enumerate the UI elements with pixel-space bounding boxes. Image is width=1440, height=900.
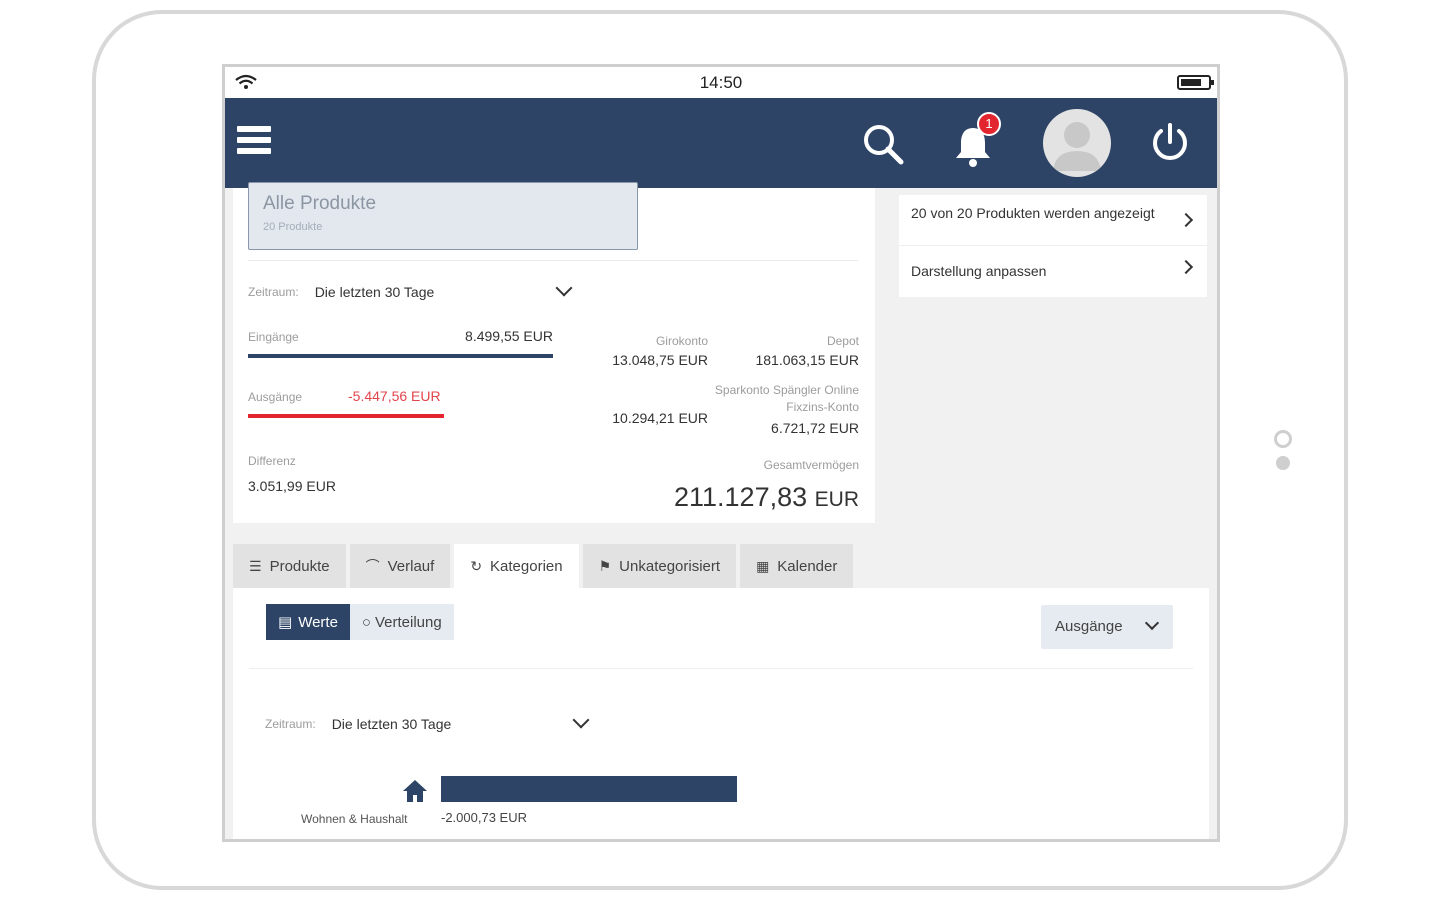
expense-bar	[248, 414, 444, 418]
expense-label: Ausgänge	[248, 390, 303, 404]
bar-list-icon: ▤	[278, 614, 293, 631]
power-icon[interactable]	[1149, 122, 1191, 164]
expense-value: -5.447,56 EUR	[348, 388, 441, 404]
tab-kategorien[interactable]: ↻ Kategorien	[454, 544, 579, 588]
view-tabs: ☰ Produkte ⌒ Verlauf ↻ Kategorien ⚑ Unkatego…	[233, 544, 857, 588]
products-shown-link[interactable]: 20 von 20 Produkten werden angezeigt	[899, 195, 1207, 246]
account-girokonto[interactable]: Girokonto 13.048,75 EUR	[603, 334, 708, 368]
category-bar[interactable]	[441, 776, 737, 802]
user-silhouette-icon	[1053, 122, 1101, 171]
product-filter[interactable]: Alle Produkte 20 Produkte	[248, 182, 638, 250]
category-name: Wohnen & Haushalt	[301, 812, 408, 826]
total-label: Gesamtvermögen	[763, 458, 859, 472]
categories-panel: ▤ Werte ○ Verteilung Ausgänge Zeitraum: Di…	[233, 588, 1209, 839]
distribution-button[interactable]: ○ Verteilung	[349, 604, 454, 640]
difference-value: 3.051,99 EUR	[248, 478, 336, 494]
chevron-right-icon	[1178, 212, 1194, 228]
product-filter-title: Alle Produkte	[263, 193, 377, 214]
income-bar	[248, 354, 553, 358]
tab-verlauf[interactable]: ⌒ Verlauf	[349, 544, 451, 588]
home-icon	[403, 780, 427, 802]
calendar-icon: ▦	[756, 557, 770, 574]
category-amount: -2.000,73 EUR	[441, 810, 527, 825]
status-time: 14:50	[699, 72, 743, 92]
difference-label: Differenz	[248, 454, 296, 468]
customize-view-link[interactable]: Darstellung anpassen	[899, 246, 1207, 297]
tab-kalender[interactable]: ▦ Kalender	[740, 544, 854, 588]
avatar[interactable]	[1043, 109, 1111, 177]
chevron-down-icon	[1144, 615, 1160, 631]
battery-icon	[1177, 75, 1214, 90]
top-navigation: 1	[225, 98, 1217, 188]
divider	[249, 668, 1193, 669]
notifications-button[interactable]: 1	[953, 112, 1007, 168]
tab-produkte[interactable]: ☰ Produkte	[233, 544, 346, 588]
product-settings-panel: 20 von 20 Produkten werden angezeigt Dar…	[899, 195, 1207, 297]
income-value: 8.499,55 EUR	[465, 328, 553, 344]
refresh-icon: ↻	[470, 557, 483, 574]
difference: Differenz 3.051,99 EUR	[248, 452, 336, 494]
list-icon: ☰	[249, 557, 262, 574]
view-mode-toggle: ▤ Werte ○ Verteilung	[266, 604, 454, 640]
account-sparkonto[interactable]: Sparkonto Spängler Online Fixzins-Konto …	[633, 382, 859, 436]
account-depot[interactable]: Depot 181.063,15 EUR	[733, 334, 859, 368]
period-label: Zeitraum:	[248, 285, 299, 299]
donut-icon: ○	[361, 613, 371, 631]
chevron-down-icon	[572, 711, 590, 729]
chevron-right-icon	[1178, 259, 1194, 275]
trend-icon: ⌒	[365, 558, 380, 574]
divider	[248, 260, 858, 261]
wifi-icon	[235, 74, 257, 89]
tablet-side-controls	[1273, 430, 1293, 474]
income-label: Eingänge	[248, 330, 299, 344]
total-value: 211.127,83 EUR	[674, 482, 859, 512]
chevron-down-icon	[555, 279, 573, 297]
period-value: Die letzten 30 Tage	[314, 284, 435, 300]
financial-summary-card: Alle Produkte 20 Produkte Zeitraum: Die …	[233, 182, 875, 523]
category-period-select[interactable]: Zeitraum: Die letzten 30 Tage	[265, 711, 595, 732]
flag-icon: ⚑	[598, 557, 612, 574]
app-screen: 14:50 1 Alle Produkte 20 Produkte Zeitra…	[222, 64, 1220, 842]
product-filter-subtitle: 20 Produkte	[263, 221, 323, 233]
notification-badge: 1	[977, 112, 1001, 136]
tab-unkategorisiert[interactable]: ⚑ Unkategorisiert	[582, 544, 737, 588]
menu-icon[interactable]	[237, 126, 271, 160]
status-bar: 14:50	[225, 67, 1217, 98]
transaction-type-dropdown[interactable]: Ausgänge	[1041, 605, 1173, 649]
values-button[interactable]: ▤ Werte	[266, 604, 350, 640]
search-icon[interactable]	[861, 122, 905, 166]
period-select[interactable]: Zeitraum: Die letzten 30 Tage	[248, 279, 578, 300]
total-assets: Gesamtvermögen 211.127,83 EUR	[674, 456, 859, 513]
